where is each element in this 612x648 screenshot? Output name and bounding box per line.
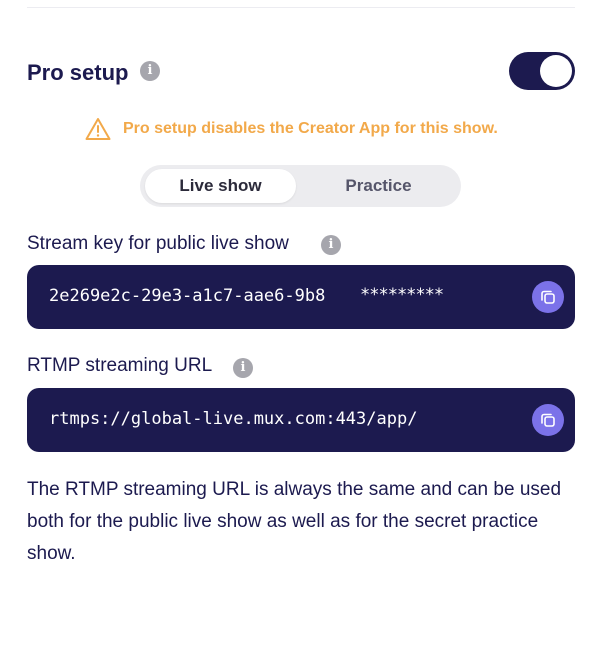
copy-icon: [541, 413, 555, 427]
stream-key-value: 2e269e2c-29e3-a1c7-aae6-9b8: [49, 286, 326, 306]
stream-key-label: Stream key for public live show: [27, 233, 289, 254]
info-icon[interactable]: i: [233, 358, 253, 378]
stream-key-field[interactable]: 2e269e2c-29e3-a1c7-aae6-9b8 *********: [27, 265, 575, 329]
copy-icon: [541, 290, 555, 304]
toggle-knob: [540, 55, 572, 87]
info-icon[interactable]: i: [140, 61, 160, 81]
pro-setup-row: Pro setup i: [27, 52, 575, 92]
copy-stream-key-button[interactable]: [532, 281, 564, 313]
rtmp-helper-text: The RTMP streaming URL is always the sam…: [27, 479, 562, 564]
rtmp-url-label: RTMP streaming URL: [27, 355, 213, 376]
warning-text: Pro setup disables the Creator App for t…: [123, 120, 498, 137]
show-type-segmented-control: Live show Practice: [140, 165, 461, 207]
rtmp-url-field[interactable]: rtmps://global-live.mux.com:443/app/: [27, 388, 575, 452]
info-icon[interactable]: i: [321, 235, 341, 255]
stream-key-masked: *********: [360, 285, 444, 305]
tab-live-show[interactable]: Live show: [145, 169, 296, 203]
pro-setup-toggle[interactable]: [509, 52, 575, 90]
pro-setup-warning: Pro setup disables the Creator App for t…: [85, 116, 498, 142]
tab-practice[interactable]: Practice: [301, 169, 456, 203]
pro-setup-title: Pro setup: [27, 60, 129, 85]
warning-icon: [85, 118, 111, 140]
rtmp-url-value: rtmps://global-live.mux.com:443/app/: [49, 409, 418, 429]
copy-rtmp-url-button[interactable]: [532, 404, 564, 436]
top-divider: [27, 7, 575, 8]
